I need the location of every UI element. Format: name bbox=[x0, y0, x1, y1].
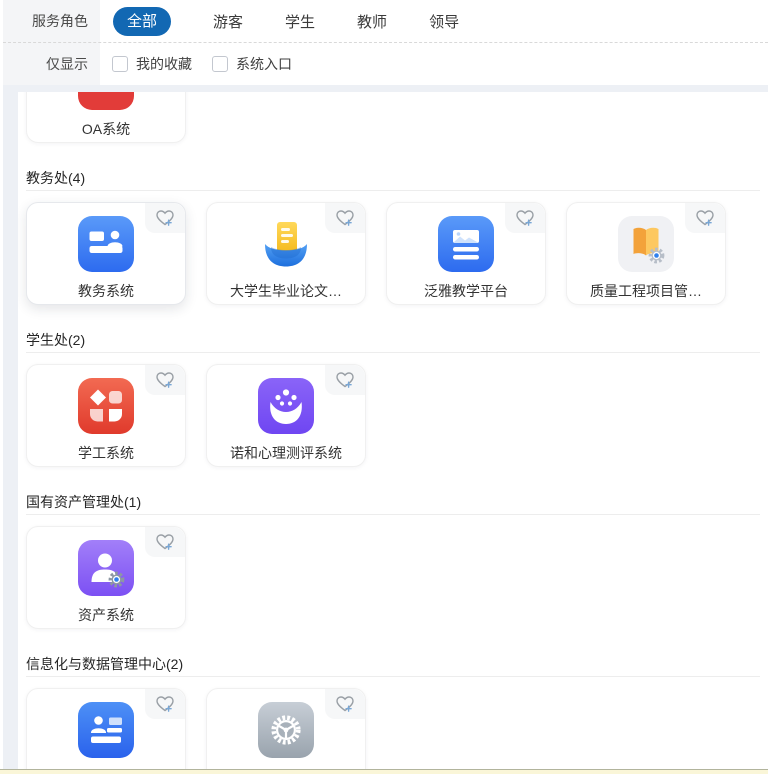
role-filter-label: 服务角色 bbox=[3, 11, 88, 31]
app-card[interactable]: 一卡通服务平台 bbox=[26, 688, 186, 769]
card-row: OA系统 bbox=[26, 92, 760, 143]
app-card[interactable]: 学工系统 bbox=[26, 364, 186, 467]
favorite-add-button[interactable] bbox=[145, 527, 185, 557]
section-header: 信息化与数据管理中心(2) bbox=[26, 656, 760, 677]
role-tab[interactable]: 学生 bbox=[285, 11, 315, 32]
role-tab[interactable]: 领导 bbox=[429, 11, 459, 32]
heart-plus-icon bbox=[515, 209, 535, 227]
app-section: OA系统 bbox=[26, 92, 760, 143]
role-filter-row: 服务角色 全部 游客 学生 教师 领导 bbox=[3, 0, 768, 42]
checkbox[interactable] bbox=[112, 56, 128, 72]
only-show-label: 仅显示 bbox=[3, 54, 88, 74]
quality-project-icon bbox=[618, 216, 674, 272]
section-header: 国有资产管理处(1) bbox=[26, 494, 760, 515]
role-tab[interactable]: 全部 bbox=[113, 7, 171, 36]
app-name: 学工系统 bbox=[78, 443, 134, 463]
section-header: 学生处(2) bbox=[26, 332, 760, 353]
app-list-panel: OA系统教务处(4) 教务系统 大学生毕业论文… 泛雅教学平台 质量工程项目管… 学生处(… bbox=[18, 92, 768, 769]
app-section: 信息化与数据管理中心(2) 一卡通服务平台VPN PC客户端 bbox=[26, 656, 760, 769]
campus-card-icon bbox=[78, 702, 134, 758]
section-header: 教务处(4) bbox=[26, 170, 760, 191]
app-name: 资产系统 bbox=[78, 605, 134, 625]
only-show-row: 仅显示 我的收藏 系统入口 bbox=[3, 42, 768, 85]
teaching-platform-icon bbox=[438, 216, 494, 272]
app-card[interactable]: OA系统 bbox=[26, 92, 186, 143]
app-name: OA系统 bbox=[82, 119, 130, 139]
only-show-checkboxes: 我的收藏 系统入口 bbox=[112, 54, 292, 74]
student-affairs-icon bbox=[78, 378, 134, 434]
asset-person-icon bbox=[78, 540, 134, 596]
only-show-option[interactable]: 我的收藏 bbox=[112, 54, 192, 74]
favorite-add-button[interactable] bbox=[325, 203, 365, 233]
checkbox-label: 我的收藏 bbox=[136, 54, 192, 74]
checkbox[interactable] bbox=[212, 56, 228, 72]
favorite-add-button[interactable] bbox=[505, 203, 545, 233]
favorite-add-button[interactable] bbox=[145, 689, 185, 719]
heart-plus-icon bbox=[155, 695, 175, 713]
app-card[interactable]: 资产系统 bbox=[26, 526, 186, 629]
app-card[interactable]: 诺和心理测评系统 bbox=[206, 364, 366, 467]
heart-plus-icon bbox=[335, 209, 355, 227]
app-section: 国有资产管理处(1) 资产系统 bbox=[26, 494, 760, 629]
favorite-add-button[interactable] bbox=[145, 365, 185, 395]
app-card[interactable]: 泛雅教学平台 bbox=[386, 202, 546, 305]
service-portal-page: 服务角色 全部游客学生教师领导 仅显示 我的收藏系统入口 OA系统教务处(4)教… bbox=[0, 0, 768, 774]
thesis-doc-icon bbox=[258, 216, 314, 272]
vpn-gear-icon bbox=[258, 702, 314, 758]
app-name: 质量工程项目管… bbox=[590, 281, 702, 301]
app-card[interactable]: 质量工程项目管… bbox=[566, 202, 726, 305]
oa-system-icon bbox=[78, 92, 134, 110]
app-section: 学生处(2) 学工系统 诺和心理测评系统 bbox=[26, 332, 760, 467]
app-name: 泛雅教学平台 bbox=[424, 281, 508, 301]
card-row: 教务系统 大学生毕业论文… 泛雅教学平台 质量工程项目管… bbox=[26, 202, 760, 305]
heart-plus-icon bbox=[155, 533, 175, 551]
heart-plus-icon bbox=[335, 371, 355, 389]
app-card[interactable]: VPN PC客户端 bbox=[206, 688, 366, 769]
app-card[interactable]: 大学生毕业论文… bbox=[206, 202, 366, 305]
heart-plus-icon bbox=[695, 209, 715, 227]
app-name: 教务系统 bbox=[78, 281, 134, 301]
role-tab[interactable]: 教师 bbox=[357, 11, 387, 32]
card-row: 一卡通服务平台VPN PC客户端 bbox=[26, 688, 760, 769]
card-row: 学工系统 诺和心理测评系统 bbox=[26, 364, 760, 467]
favorite-add-button[interactable] bbox=[685, 203, 725, 233]
only-show-option[interactable]: 系统入口 bbox=[212, 54, 292, 74]
bottom-window-edge bbox=[0, 769, 768, 774]
checkbox-label: 系统入口 bbox=[236, 54, 292, 74]
role-tab[interactable]: 游客 bbox=[213, 11, 243, 32]
favorite-add-button[interactable] bbox=[145, 203, 185, 233]
app-name: 诺和心理测评系统 bbox=[230, 443, 342, 463]
app-section: 教务处(4) 教务系统 大学生毕业论文… 泛雅教学平台 质量工程项目管… bbox=[26, 170, 760, 305]
favorite-add-button[interactable] bbox=[325, 689, 365, 719]
role-tabs: 全部 游客 学生 教师 领导 bbox=[113, 7, 459, 36]
app-card[interactable]: 教务系统 bbox=[26, 202, 186, 305]
heart-plus-icon bbox=[335, 695, 355, 713]
psych-test-icon bbox=[258, 378, 314, 434]
app-name: 大学生毕业论文… bbox=[230, 281, 342, 301]
edu-admin-icon bbox=[78, 216, 134, 272]
left-edge-strip bbox=[0, 0, 3, 774]
filter-bar: 服务角色 全部 游客 学生 教师 领导 仅显示 我的收藏 系统入口 bbox=[3, 0, 768, 85]
heart-plus-icon bbox=[155, 371, 175, 389]
favorite-add-button[interactable] bbox=[325, 365, 365, 395]
card-row: 资产系统 bbox=[26, 526, 760, 629]
heart-plus-icon bbox=[155, 209, 175, 227]
